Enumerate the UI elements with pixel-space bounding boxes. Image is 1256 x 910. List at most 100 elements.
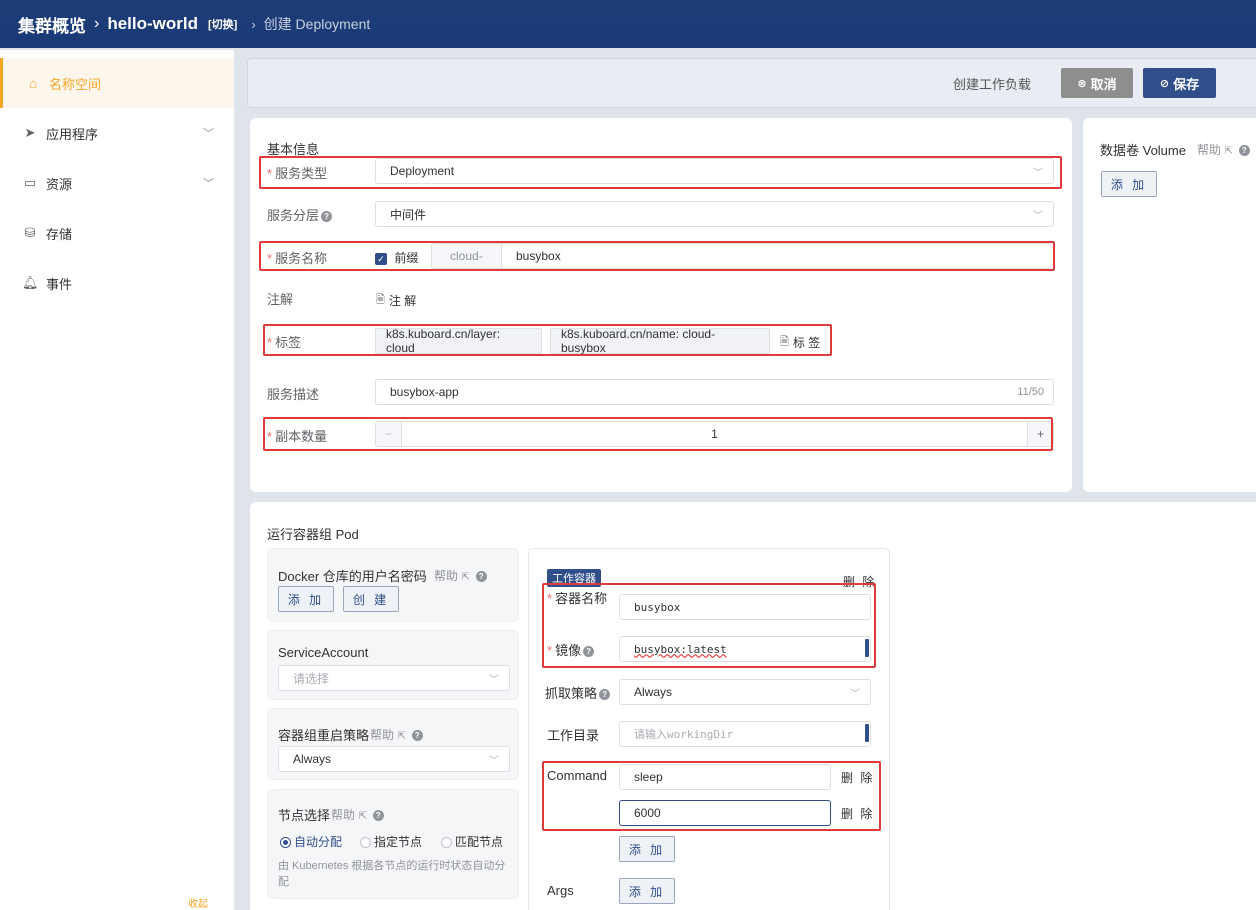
pull-policy-select[interactable]: Always ﹀ bbox=[619, 679, 871, 705]
question-icon[interactable]: ? bbox=[1238, 145, 1250, 157]
annotation-label: 注解 bbox=[267, 292, 294, 307]
chevron-right-icon: › bbox=[94, 15, 100, 32]
close-circle-icon: ⊗ bbox=[1077, 77, 1087, 90]
sidebar-item-applications[interactable]: ➤ 应用程序 ﹀ bbox=[0, 108, 234, 158]
delete-command-button[interactable]: 删 除 bbox=[841, 769, 874, 786]
increment-button[interactable]: + bbox=[1027, 422, 1053, 446]
chevron-down-icon: ﹀ bbox=[203, 128, 214, 140]
service-account-select[interactable]: 请选择 ﹀ bbox=[278, 665, 510, 691]
add-credential-button[interactable]: 添 加 bbox=[278, 586, 334, 612]
save-button-label: 保存 bbox=[1173, 76, 1200, 92]
sidebar-item-label: 存储 bbox=[46, 226, 73, 242]
add-label-button[interactable]: 🗎 标 签 bbox=[780, 333, 820, 352]
chevron-down-icon: ﹀ bbox=[1033, 168, 1043, 179]
chevron-down-icon: ﹀ bbox=[203, 178, 214, 190]
sidebar-item-label: 资源 bbox=[46, 176, 73, 192]
question-icon[interactable]: ? bbox=[321, 211, 333, 223]
radio-icon bbox=[441, 837, 452, 849]
add-args-button[interactable]: 添 加 bbox=[619, 878, 675, 904]
decrement-button[interactable]: − bbox=[376, 422, 402, 446]
external-link-icon: ⇱ bbox=[461, 572, 471, 583]
service-layer-select[interactable]: 中间件 ﹀ bbox=[375, 201, 1054, 227]
prefix-checkbox[interactable]: ✓ 前缀 bbox=[375, 249, 418, 266]
service-account-placeholder: 请选择 bbox=[293, 671, 330, 686]
restart-help-link[interactable]: 帮助 ⇱ ? bbox=[370, 726, 423, 743]
container-name-input[interactable]: busybox bbox=[619, 594, 871, 620]
docker-credentials-title: Docker 仓库的用户名密码 bbox=[278, 569, 427, 584]
service-layer-value: 中间件 bbox=[390, 207, 427, 222]
chevron-down-icon: ﹀ bbox=[1033, 211, 1043, 222]
command-input[interactable]: sleep bbox=[619, 764, 831, 790]
chevron-down-icon: ﹀ bbox=[489, 675, 499, 686]
docker-help-link[interactable]: 帮助 ⇱ ? bbox=[434, 567, 487, 584]
description-value: busybox-app bbox=[390, 385, 459, 399]
box-icon: ▭ bbox=[23, 175, 37, 190]
sidebar-item-events[interactable]: 🔔︎ 事件 bbox=[0, 258, 234, 308]
external-link-icon: ⇱ bbox=[358, 811, 368, 822]
node-help-link[interactable]: 帮助 ⇱ ? bbox=[331, 806, 384, 823]
question-icon[interactable]: ? bbox=[583, 646, 595, 658]
scrollbar-thumb[interactable] bbox=[865, 724, 869, 742]
replicas-label: * 副本数量 bbox=[267, 429, 328, 444]
check-icon: ✓ bbox=[375, 252, 387, 265]
image-value: busybox:latest bbox=[634, 642, 727, 656]
sidebar-item-storage[interactable]: ⛁ 存储 bbox=[0, 208, 234, 258]
question-icon[interactable]: ? bbox=[411, 730, 423, 742]
workdir-input[interactable]: 请输入workingDir bbox=[619, 721, 871, 747]
add-command-button[interactable]: 添 加 bbox=[619, 836, 675, 862]
workdir-label: 工作目录 bbox=[547, 728, 600, 743]
radio-auto[interactable]: 自动分配 bbox=[280, 833, 342, 850]
create-credential-button[interactable]: 创 建 bbox=[343, 586, 399, 612]
node-selection-desc: 由 Kubernetes 根据各节点的运行时状态自动分配 bbox=[278, 860, 506, 888]
service-name-input[interactable]: busybox bbox=[501, 243, 1054, 269]
service-layer-label: 服务分层? bbox=[267, 205, 333, 224]
volume-title: 数据卷 Volume bbox=[1100, 143, 1186, 158]
add-annotation-button[interactable]: 🗎 注 解 bbox=[376, 291, 416, 310]
sidebar-item-namespace[interactable]: ⌂ 名称空间 bbox=[0, 58, 234, 108]
save-button[interactable]: ⊘ 保存 bbox=[1143, 68, 1216, 98]
volume-help-link[interactable]: 帮助 ⇱ ? bbox=[1197, 141, 1250, 158]
switch-namespace-link[interactable]: [切换] bbox=[208, 16, 237, 32]
sidebar-item-resources[interactable]: ▭ 资源 ﹀ bbox=[0, 158, 234, 208]
pod-section-title: 运行容器组 Pod bbox=[267, 527, 359, 542]
description-input[interactable]: busybox-app 11/50 bbox=[375, 379, 1054, 405]
breadcrumb-namespace[interactable]: hello-world bbox=[107, 14, 198, 34]
scrollbar-thumb[interactable] bbox=[865, 639, 869, 657]
service-type-select[interactable]: Deployment ﹀ bbox=[375, 158, 1054, 184]
collapse-sidebar-link[interactable]: 收起 bbox=[188, 895, 208, 910]
labels-label: * 标签 bbox=[267, 335, 302, 350]
document-icon: 🗎 bbox=[376, 294, 385, 306]
restart-policy-value: Always bbox=[293, 752, 332, 766]
cancel-button-label: 取消 bbox=[1090, 76, 1117, 92]
delete-container-button[interactable]: 删 除 bbox=[843, 573, 876, 590]
question-icon[interactable]: ? bbox=[475, 571, 487, 583]
chevron-down-icon: ﹀ bbox=[850, 689, 860, 700]
radio-specified[interactable]: 指定节点 bbox=[360, 833, 422, 850]
label-tag[interactable]: k8s.kuboard.cn/layer: cloud bbox=[375, 327, 542, 355]
volume-card: 数据卷 Volume 帮助 ⇱ ? 添 加 bbox=[1083, 118, 1256, 492]
question-icon[interactable]: ? bbox=[372, 810, 384, 822]
image-input[interactable]: busybox:latest bbox=[619, 636, 871, 662]
basic-info-card: 基本信息 * 服务类型 Deployment ﹀ 服务分层? 中间件 ﹀ * 服务名… bbox=[250, 118, 1072, 492]
action-bar: 创建工作负载 ⊗ 取消 ⊘ 保存 bbox=[247, 58, 1256, 108]
basic-info-title: 基本信息 bbox=[267, 142, 320, 157]
container-name-label: * 容器名称 bbox=[547, 591, 608, 606]
external-link-icon: ⇱ bbox=[1224, 146, 1234, 157]
label-tag[interactable]: k8s.kuboard.cn/name: cloud-busybox bbox=[550, 327, 770, 355]
description-label: 服务描述 bbox=[267, 387, 320, 402]
command-input[interactable]: 6000 bbox=[619, 800, 831, 826]
restart-policy-box: 容器组重启策略 帮助 ⇱ ? Always ﹀ bbox=[267, 708, 519, 780]
external-link-icon: ⇱ bbox=[397, 731, 407, 742]
args-label: Args bbox=[547, 883, 574, 898]
cancel-button[interactable]: ⊗ 取消 bbox=[1061, 68, 1133, 98]
sidebar-item-label: 应用程序 bbox=[46, 126, 99, 142]
container-type-tag: 工作容器 bbox=[547, 569, 601, 587]
radio-match[interactable]: 匹配节点 bbox=[441, 833, 503, 850]
service-account-box: ServiceAccount 请选择 ﹀ bbox=[267, 630, 519, 700]
delete-command-button[interactable]: 删 除 bbox=[841, 805, 874, 822]
question-icon[interactable]: ? bbox=[599, 689, 611, 701]
restart-policy-select[interactable]: Always ﹀ bbox=[278, 746, 510, 772]
breadcrumb-cluster[interactable]: 集群概览 bbox=[18, 12, 86, 37]
replicas-value[interactable]: 1 bbox=[711, 427, 718, 441]
add-volume-button[interactable]: 添 加 bbox=[1101, 171, 1157, 197]
